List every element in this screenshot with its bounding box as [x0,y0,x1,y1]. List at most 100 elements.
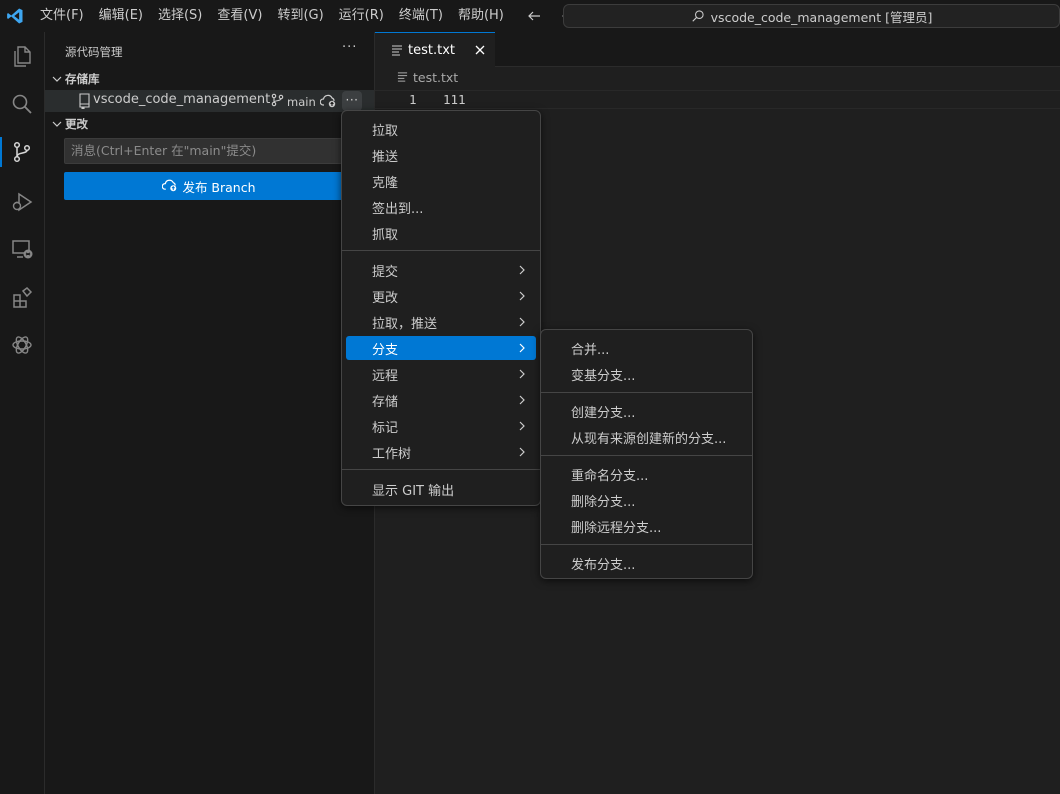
menu-view[interactable]: 查看(V) [209,0,269,32]
extensions-icon[interactable] [7,283,37,313]
editor-tabs: test.txt [375,32,1060,67]
menu-separator [342,250,540,251]
text-file-icon [391,44,403,56]
branch-submenu: 合并... 变基分支... 创建分支... 从现有来源创建新的分支... 重命名… [540,329,753,579]
git-branch-icon [271,93,284,110]
publish-branch-label: 发布 Branch [182,179,256,195]
sidebar-more-actions-button[interactable]: ··· [342,40,357,55]
changes-label: 更改 [65,117,88,131]
menu-separator [541,544,752,545]
git-more-actions-menu: 拉取 推送 克隆 签出到... 抓取 提交 更改 拉取，推送 分支 远程 存储 … [341,110,541,506]
code-line[interactable]: 111 [443,92,466,107]
menu-item-label: 提交 [372,264,399,280]
search-icon[interactable] [7,89,37,119]
menu-terminal[interactable]: 终端(T) [391,0,450,32]
menu-item-fetch[interactable]: 抓取 [346,221,536,245]
explorer-icon[interactable] [7,41,37,71]
menu-item-checkout[interactable]: 签出到... [346,195,536,219]
menu-item-clone[interactable]: 克隆 [346,169,536,193]
menu-run[interactable]: 运行(R) [331,0,391,32]
cloud-upload-icon [162,178,178,195]
menu-item-stash[interactable]: 存储 [346,388,536,412]
menu-item-show-git-output[interactable]: 显示 GIT 输出 [346,477,536,501]
commit-message-input[interactable]: 消息(Ctrl+Enter 在"main"提交) [64,138,354,164]
menu-item-worktrees[interactable]: 工作树 [346,440,536,464]
close-icon[interactable] [472,42,488,58]
menu-item-label: 存储 [372,394,399,410]
repositories-section-header[interactable]: 存储库 [49,68,100,90]
menu-item-rebase-branch[interactable]: 变基分支... [545,362,748,386]
menu-item-label: 分支 [372,342,399,358]
breadcrumb[interactable]: test.txt [397,70,458,85]
chevron-down-icon [49,119,65,129]
menu-item-label: 拉取，推送 [372,316,438,332]
tab-label: test.txt [408,42,455,58]
publish-branch-button[interactable]: 发布 Branch [64,172,354,200]
chevron-right-icon [518,342,526,354]
text-file-icon [397,70,408,85]
chevron-down-icon [49,74,65,84]
chevron-right-icon [518,394,526,406]
changes-section-header[interactable]: 更改 [49,113,88,135]
source-control-sidebar: 源代码管理 ··· 存储库 vscode_code_management mai… [45,32,375,794]
menu-item-create-branch[interactable]: 创建分支... [545,399,748,423]
sidebar-title: 源代码管理 [65,45,123,59]
menu-item-label: 标记 [372,420,399,436]
activity-bar [0,32,45,794]
menu-selection[interactable]: 选择(S) [150,0,209,32]
menu-item-remote[interactable]: 远程 [346,362,536,386]
line-number: 1 [409,92,417,107]
chevron-right-icon [518,264,526,276]
menu-item-delete-remote-branch[interactable]: 删除远程分支... [545,514,748,538]
breadcrumb-file: test.txt [413,70,459,85]
repository-name: vscode_code_management [93,92,271,107]
tab-test-txt[interactable]: test.txt [375,32,495,67]
menu-help[interactable]: 帮助(H) [450,0,511,32]
chevron-right-icon [518,420,526,432]
chatgpt-icon[interactable] [7,330,37,360]
menu-item-label: 远程 [372,368,399,384]
menu-separator [541,455,752,456]
repositories-label: 存储库 [65,72,100,86]
chevron-right-icon [518,290,526,302]
repo-icon [77,93,91,113]
source-control-icon[interactable] [0,137,37,167]
search-icon [691,9,705,23]
remote-explorer-icon[interactable] [7,234,37,264]
menu-item-label: 工作树 [372,446,412,462]
publish-cloud-icon[interactable] [319,93,337,112]
back-arrow-icon[interactable] [523,5,545,27]
menu-item-commit[interactable]: 提交 [346,258,536,282]
title-bar: 文件(F) 编辑(E) 选择(S) 查看(V) 转到(G) 运行(R) 终端(T… [0,0,1060,32]
menu-file[interactable]: 文件(F) [32,0,91,32]
menu-item-merge[interactable]: 合并... [545,336,748,360]
menu-item-publish-branch[interactable]: 发布分支... [545,551,748,575]
vscode-logo-icon [0,0,30,32]
branch-indicator[interactable]: main [271,93,316,110]
menu-item-delete-branch[interactable]: 删除分支... [545,488,748,512]
command-center-label: vscode_code_management [管理员] [710,9,933,25]
repository-more-actions-button[interactable]: ··· [342,91,362,111]
menu-go[interactable]: 转到(G) [269,0,330,32]
menu-item-label: 更改 [372,290,399,306]
command-center[interactable]: vscode_code_management [管理员] [563,4,1060,28]
menu-item-branch[interactable]: 分支 [346,336,536,360]
chevron-right-icon [518,446,526,458]
branch-name: main [287,94,316,109]
menu-separator [541,392,752,393]
chevron-right-icon [518,316,526,328]
menu-item-rename-branch[interactable]: 重命名分支... [545,462,748,486]
chevron-right-icon [518,368,526,380]
current-line-highlight [375,90,1060,109]
menu-item-changes[interactable]: 更改 [346,284,536,308]
menu-item-pull[interactable]: 拉取 [346,117,536,141]
menu-bar: 文件(F) 编辑(E) 选择(S) 查看(V) 转到(G) 运行(R) 终端(T… [32,0,511,32]
repository-row[interactable]: vscode_code_management main ··· [45,90,374,112]
menu-separator [342,469,540,470]
menu-item-pull-push[interactable]: 拉取，推送 [346,310,536,334]
menu-item-tags[interactable]: 标记 [346,414,536,438]
menu-edit[interactable]: 编辑(E) [91,0,150,32]
menu-item-push[interactable]: 推送 [346,143,536,167]
menu-item-create-branch-from[interactable]: 从现有来源创建新的分支... [545,425,748,449]
run-debug-icon[interactable] [7,187,37,217]
